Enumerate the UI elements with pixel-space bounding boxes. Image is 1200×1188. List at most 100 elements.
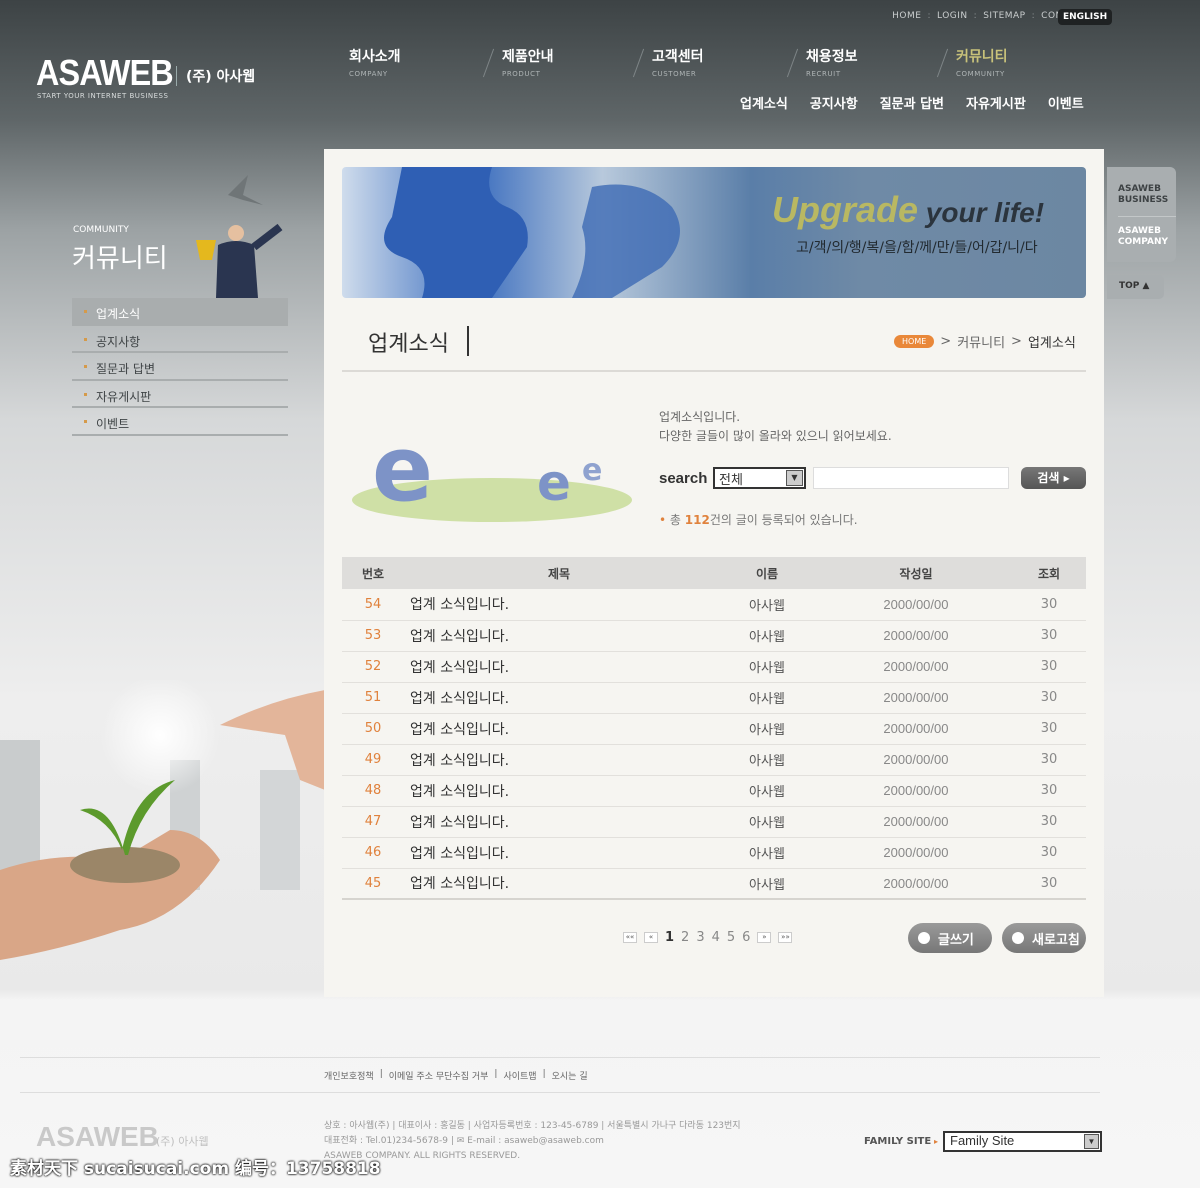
divider [936,48,949,78]
subnav-qna[interactable]: 질문과 답변 [880,93,944,112]
row-title-link[interactable]: 업계 소식입니다. [404,713,715,745]
svg-text:e: e [372,417,433,522]
last-page-button[interactable]: »» [778,932,793,943]
col-views: 조회 [1012,557,1086,589]
email-policy-link[interactable]: 이메일 주소 무단수집 거부 [389,1069,489,1082]
page-4[interactable]: 4 [712,930,720,945]
chevron-down-icon[interactable]: ▼ [786,470,803,486]
table-row[interactable]: 48 업계 소식입니다. 아사웹 2000/00/00 30 [342,775,1086,807]
family-site-select[interactable]: Family Site ▼ [943,1131,1102,1152]
search-scope-select[interactable]: 전체 ▼ [713,467,806,489]
next-page-button[interactable]: » [757,932,772,943]
privacy-link[interactable]: 개인보호정책 [324,1069,374,1082]
row-author: 아사웹 [714,589,820,621]
col-number: 번호 [342,557,404,589]
row-views: 30 [1012,775,1086,807]
breadcrumb-section[interactable]: 커뮤니티 [957,332,1005,351]
sitemap-link[interactable]: SITEMAP [983,11,1025,21]
row-author: 아사웹 [714,775,820,807]
row-date: 2000/00/00 [819,837,1012,869]
quick-asaweb-company[interactable]: ASAWEB COMPANY [1118,216,1176,248]
row-title-link[interactable]: 업계 소식입니다. [404,651,715,683]
sidebar-item-board[interactable]: 자유게시판 [72,381,288,408]
subnav-event[interactable]: 이벤트 [1048,93,1084,112]
sitemap-footer-link[interactable]: 사이트맵 [503,1069,536,1082]
row-title-link[interactable]: 업계 소식입니다. [404,868,715,900]
row-author: 아사웹 [714,651,820,683]
row-title-link[interactable]: 업계 소식입니다. [404,744,715,776]
first-page-button[interactable]: «« [623,932,637,943]
english-button[interactable]: ENGLISH [1058,9,1113,25]
hands-sprout-illustration [0,680,325,960]
intro-line: 다양한 글들이 많이 올라와 있으니 읽어보세요. [659,429,892,443]
search-label: search [659,470,708,487]
row-number: 45 [342,868,404,900]
top-button[interactable]: TOP ▲ [1107,275,1164,299]
page-1[interactable]: 1 [665,930,674,945]
row-title-link[interactable]: 업계 소식입니다. [404,620,715,652]
page-2[interactable]: 2 [681,930,689,945]
table-row[interactable]: 47 업계 소식입니다. 아사웹 2000/00/00 30 [342,806,1086,838]
row-title-link[interactable]: 업계 소식입니다. [404,837,715,869]
row-number: 46 [342,837,404,869]
businessman-illustration [196,175,283,298]
table-row[interactable]: 49 업계 소식입니다. 아사웹 2000/00/00 30 [342,744,1086,776]
row-title-link[interactable]: 업계 소식입니다. [404,806,715,838]
logo[interactable]: ASAWEB [36,52,174,94]
write-label: 글쓰기 [938,932,974,948]
quick-asaweb-business[interactable]: ASAWEB BUSINESS [1118,184,1176,206]
divider [20,1092,1100,1093]
play-circle-icon [918,932,930,944]
row-date: 2000/00/00 [819,651,1012,683]
sidebar-item-notice[interactable]: 공지사항 [72,326,288,353]
subnav-board[interactable]: 자유게시판 [966,93,1026,112]
table-row[interactable]: 54 업계 소식입니다. 아사웹 2000/00/00 30 [342,589,1086,621]
table-row[interactable]: 51 업계 소식입니다. 아사웹 2000/00/00 30 [342,682,1086,714]
sidebar-item-news[interactable]: 업계소식 [72,298,288,326]
chevron-down-icon[interactable]: ▼ [1084,1134,1099,1149]
write-button[interactable]: 글쓰기 [908,923,992,953]
page-5[interactable]: 5 [727,930,735,945]
home-link[interactable]: HOME [892,11,921,21]
gnav-product[interactable]: 제품안내 PRODUCT [502,46,554,78]
table-row[interactable]: 45 업계 소식입니다. 아사웹 2000/00/00 30 [342,868,1086,900]
row-number: 54 [342,589,404,621]
divider [20,1057,1100,1058]
headline-a: Upgrade [772,189,919,230]
gnav-customer[interactable]: 고객센터 CUSTOMER [652,46,704,78]
search-input[interactable] [813,467,1009,489]
chevron-right-icon: > [1011,334,1022,349]
table-row[interactable]: 50 업계 소식입니다. 아사웹 2000/00/00 30 [342,713,1086,745]
e-letters-illustration: e e e [352,417,632,522]
table-header: 번호 제목 이름 작성일 조회 [342,557,1086,589]
sidebar-item-qna[interactable]: 질문과 답변 [72,353,288,381]
gnav-recruit[interactable]: 채용정보 RECRUIT [806,46,858,78]
chevron-right-icon: > [940,334,952,349]
subnav-notice[interactable]: 공지사항 [810,93,858,112]
row-author: 아사웹 [714,620,820,652]
copyright: ASAWEB COMPANY. ALL RIGHTS RESERVED. [324,1151,521,1161]
subnav-news[interactable]: 업계소식 [740,93,788,112]
col-title: 제목 [404,557,715,589]
refresh-button[interactable]: 새로고침 [1002,923,1086,953]
page-3[interactable]: 3 [696,930,704,945]
gnav-label: 커뮤니티 [956,49,1008,65]
directions-link[interactable]: 오시는 길 [552,1069,588,1082]
divider [632,48,645,78]
prev-page-button[interactable]: « [644,932,658,943]
table-row[interactable]: 46 업계 소식입니다. 아사웹 2000/00/00 30 [342,837,1086,869]
table-row[interactable]: 52 업계 소식입니다. 아사웹 2000/00/00 30 [342,651,1086,683]
sidebar-item-event[interactable]: 이벤트 [72,408,288,436]
gnav-community[interactable]: 커뮤니티 COMMUNITY [956,46,1008,78]
search-button[interactable]: 검색 ▸ [1021,467,1086,489]
row-title-link[interactable]: 업계 소식입니다. [404,775,715,807]
row-title-link[interactable]: 업계 소식입니다. [404,682,715,714]
breadcrumb-home[interactable]: HOME [894,335,935,348]
quick-menu: ASAWEB BUSINESS ASAWEB COMPANY [1107,167,1176,262]
login-link[interactable]: LOGIN [937,11,968,21]
table-row[interactable]: 53 업계 소식입니다. 아사웹 2000/00/00 30 [342,620,1086,652]
divider [342,370,1086,372]
row-title-link[interactable]: 업계 소식입니다. [404,589,715,621]
page-6[interactable]: 6 [742,930,750,945]
gnav-company[interactable]: 회사소개 COMPANY [349,46,401,78]
